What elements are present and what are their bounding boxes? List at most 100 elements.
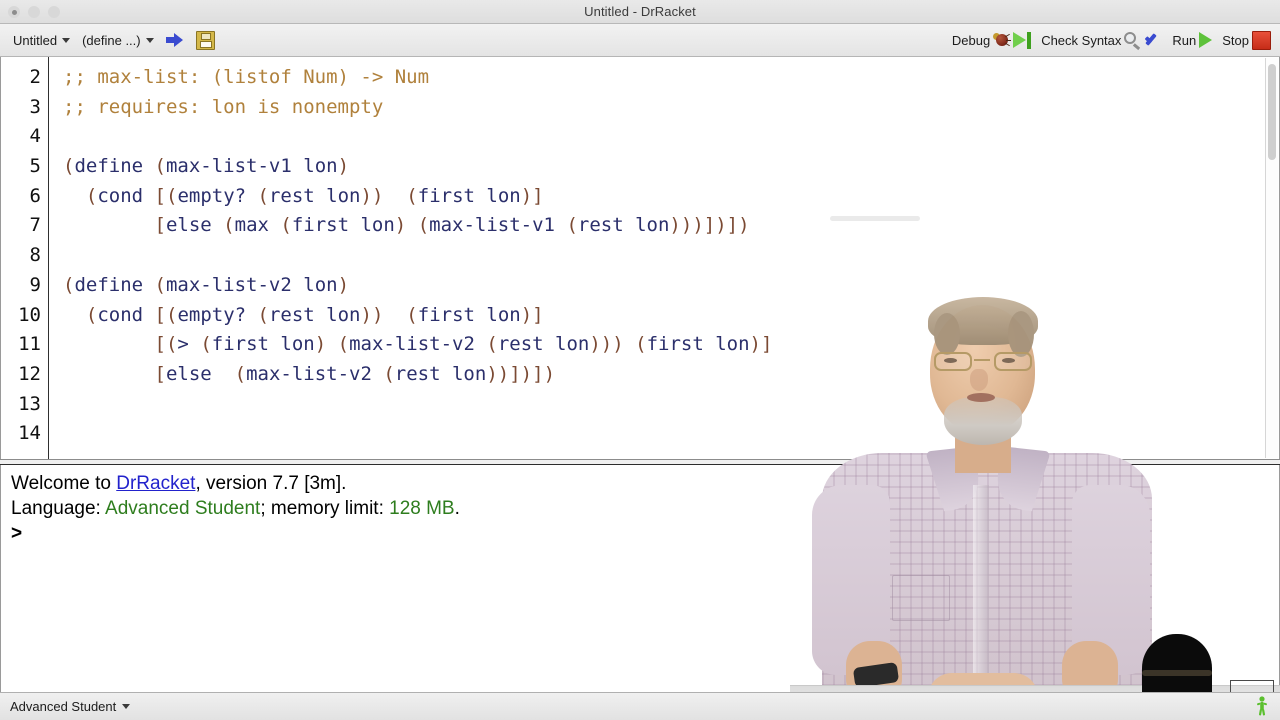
window-controls bbox=[8, 0, 60, 24]
code-delimiter: ( bbox=[154, 155, 166, 178]
code-delimiter: ) bbox=[337, 273, 350, 296]
stop-button[interactable]: Stop bbox=[1217, 29, 1276, 52]
code-token: else bbox=[165, 362, 235, 385]
code-delimiter: ) bbox=[520, 362, 533, 385]
line-number: 12 bbox=[18, 362, 41, 385]
toolbar-right-group: Debug Check Syntax Run Stop bbox=[947, 29, 1276, 52]
code-line[interactable]: (cond [(empty? (rest lon)) (first lon)] bbox=[63, 182, 1279, 212]
code-delimiter: ( bbox=[257, 303, 269, 326]
code-token: cond bbox=[97, 184, 155, 207]
minimize-button[interactable] bbox=[28, 6, 40, 18]
code-delimiter: ) bbox=[520, 303, 533, 326]
line-number: 13 bbox=[18, 392, 41, 415]
code-line[interactable] bbox=[63, 419, 1279, 449]
code-delimiter: ] bbox=[761, 333, 773, 356]
code-delimiter: ) bbox=[497, 362, 510, 385]
running-man-icon bbox=[1257, 696, 1267, 716]
repl-prompt[interactable]: > bbox=[11, 521, 1269, 546]
zoom-button[interactable] bbox=[48, 6, 60, 18]
check-syntax-button[interactable]: Check Syntax bbox=[1036, 30, 1167, 51]
code-comment: ;; max-list: (listof Num) -> Num bbox=[63, 66, 430, 88]
welcome-suffix: , version 7.7 [3m]. bbox=[195, 473, 347, 494]
file-menu-button[interactable]: Untitled bbox=[8, 31, 75, 50]
memory-suffix: . bbox=[454, 498, 460, 519]
code-line[interactable]: [else (max-list-v2 (rest lon))])]) bbox=[63, 360, 1279, 390]
code-delimiter: [ bbox=[154, 303, 166, 326]
code-line[interactable]: (define (max-list-v2 lon) bbox=[63, 271, 1279, 301]
chevron-down-icon bbox=[145, 37, 154, 43]
code-line[interactable]: [(> (first lon) (max-list-v2 (rest lon))… bbox=[63, 330, 1279, 360]
jump-to-definition-button[interactable] bbox=[161, 30, 189, 50]
line-number: 2 bbox=[29, 66, 41, 88]
code-line[interactable] bbox=[63, 241, 1279, 271]
code-delimiter: ( bbox=[166, 184, 178, 207]
code-delimiter: ( bbox=[165, 333, 178, 356]
definitions-scrollbar[interactable] bbox=[1265, 58, 1278, 458]
code-line[interactable]: ;; max-list: (listof Num) -> Num bbox=[63, 63, 1279, 93]
code-delimiter: ] bbox=[532, 303, 544, 326]
code-delimiter: ) bbox=[486, 362, 498, 385]
code-token: first lon bbox=[291, 214, 395, 237]
line-number: 10 bbox=[18, 303, 41, 326]
code-delimiter: ) bbox=[669, 214, 681, 237]
bug-icon bbox=[993, 32, 1012, 48]
code-delimiter: ( bbox=[200, 333, 212, 356]
close-button[interactable] bbox=[8, 6, 20, 18]
code-token: first lon bbox=[211, 333, 315, 356]
line-number: 9 bbox=[29, 273, 41, 296]
code-delimiter: ( bbox=[234, 362, 247, 385]
code-delimiter: ( bbox=[280, 214, 292, 237]
run-button[interactable]: Run bbox=[1167, 30, 1217, 50]
interactions-pane[interactable]: Welcome to DrRacket, version 7.7 [3m]. L… bbox=[0, 465, 1280, 694]
welcome-line: Welcome to DrRacket, version 7.7 [3m]. bbox=[11, 471, 1269, 496]
status-bar: Advanced Student bbox=[0, 692, 1280, 720]
line-number: 5 bbox=[29, 155, 41, 178]
chevron-down-icon bbox=[62, 37, 71, 43]
code-delimiter: ( bbox=[417, 214, 430, 237]
floppy-disk-icon bbox=[195, 30, 215, 50]
code-delimiter: ( bbox=[566, 214, 578, 237]
debug-button[interactable]: Debug bbox=[947, 30, 1036, 51]
code-token: empty? bbox=[177, 184, 258, 207]
code-delimiter: ( bbox=[223, 214, 235, 237]
code-line[interactable]: [else (max (first lon) (max-list-v1 (res… bbox=[63, 211, 1279, 241]
chevron-down-icon bbox=[122, 704, 131, 709]
magnifier-icon bbox=[1124, 31, 1141, 50]
code-token: first lon bbox=[417, 184, 521, 207]
title-bar: Untitled - DrRacket bbox=[0, 0, 1280, 24]
code-delimiter: ] bbox=[532, 184, 544, 207]
play-triangle-icon bbox=[1199, 32, 1213, 48]
code-delimiter: ) bbox=[371, 303, 384, 326]
code-delimiter: ) bbox=[543, 362, 556, 385]
window-title: Untitled - DrRacket bbox=[584, 4, 696, 19]
code-line[interactable]: (define (max-list-v1 lon) bbox=[63, 152, 1279, 182]
code-line[interactable] bbox=[63, 390, 1279, 420]
code-token: max-list-v1 lon bbox=[165, 155, 338, 178]
code-line[interactable]: (cond [(empty? (rest lon)) (first lon)] bbox=[63, 301, 1279, 331]
language-selector[interactable]: Advanced Student bbox=[10, 699, 131, 714]
code-delimiter: ) bbox=[371, 184, 384, 207]
scrollbar-thumb[interactable] bbox=[1268, 64, 1276, 160]
code-token: empty? bbox=[177, 303, 258, 326]
code-line[interactable]: ;; requires: lon is nonempty bbox=[63, 93, 1279, 123]
code-line[interactable] bbox=[63, 122, 1279, 152]
drracket-link[interactable]: DrRacket bbox=[116, 473, 195, 494]
definitions-pane[interactable]: 2 3 4 5 6 7 8 9 10 11 12 13 14 ;; max-list: (listof … bbox=[0, 57, 1280, 459]
code-token: rest lon bbox=[577, 214, 670, 237]
code-delimiter: ) bbox=[738, 214, 750, 237]
code-delimiter: ) bbox=[680, 214, 693, 237]
line-number: 6 bbox=[29, 184, 41, 207]
definitions-menu-button[interactable]: (define ...) bbox=[77, 31, 159, 50]
code-delimiter: ) bbox=[749, 333, 761, 356]
code-editor[interactable]: ;; max-list: (listof Num) -> Num ;; requi… bbox=[49, 57, 1279, 459]
code-delimiter: ( bbox=[85, 303, 98, 326]
save-button[interactable] bbox=[191, 29, 220, 52]
language-line: Language: Advanced Student; memory limit… bbox=[11, 496, 1269, 521]
run-label: Run bbox=[1172, 32, 1197, 48]
toolbar: Untitled (define ...) Debug Check Syntax… bbox=[0, 24, 1280, 57]
language-prefix: Language: bbox=[11, 498, 106, 519]
code-delimiter: [ bbox=[154, 333, 166, 356]
